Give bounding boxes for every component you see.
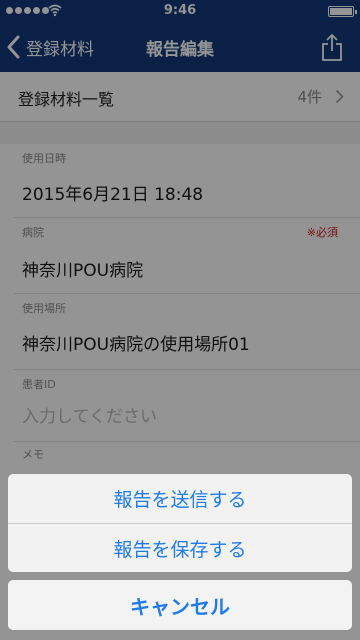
send-report-button[interactable]: 報告を送信する <box>8 474 352 523</box>
cancel-button[interactable]: キャンセル <box>8 580 352 630</box>
save-report-button[interactable]: 報告を保存する <box>8 524 352 572</box>
action-sheet: 報告を送信する 報告を保存する <box>8 474 352 572</box>
